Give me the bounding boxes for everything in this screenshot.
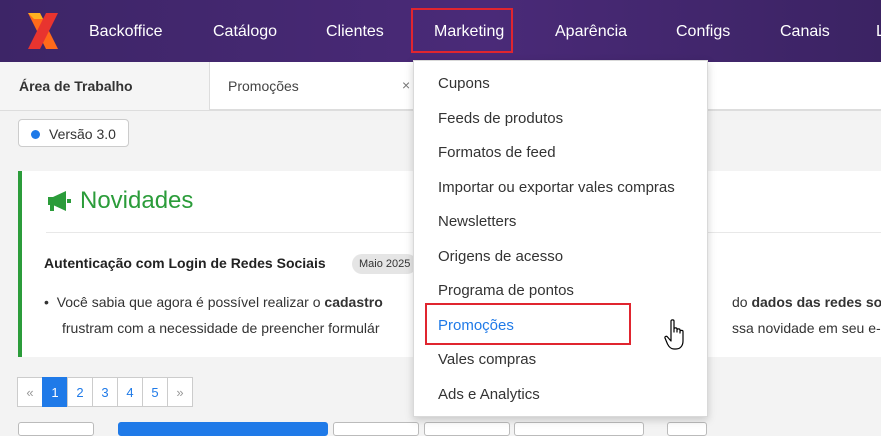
news-line-1-text: Você sabia que agora é possível realizar…: [56, 294, 325, 310]
bottom-control-4[interactable]: [424, 422, 510, 436]
marketing-dropdown-menu: Cupons Feeds de produtos Formatos de fee…: [413, 60, 708, 417]
news-title-text: Novidades: [80, 187, 194, 214]
bottom-control-1[interactable]: [18, 422, 94, 436]
news-line-1: • Você sabia que agora é possível realiz…: [44, 294, 383, 310]
page-1-button[interactable]: 1: [42, 377, 68, 407]
menu-item-ads-e-analytics[interactable]: Ads e Analytics: [438, 386, 540, 403]
menu-item-origens-de-acesso[interactable]: Origens de acesso: [438, 248, 563, 265]
news-line-2-right: ssa novidade em seu e-co: [732, 320, 881, 336]
bottom-control-2[interactable]: [118, 422, 328, 436]
tab-promocoes-label: Promoções: [228, 78, 299, 94]
version-button[interactable]: Versão 3.0: [18, 119, 129, 147]
top-navbar: Backoffice Catálogo Clientes Marketing A…: [0, 0, 881, 62]
news-line-1-right: do dados das redes socia: [732, 289, 881, 315]
nav-catalogo[interactable]: Catálogo: [213, 0, 277, 62]
bottom-control-5[interactable]: [514, 422, 644, 436]
version-label: Versão 3.0: [49, 126, 116, 142]
menu-item-feeds-de-produtos[interactable]: Feeds de produtos: [438, 110, 563, 127]
date-badge: Maio 2025: [352, 254, 418, 274]
next-page-button[interactable]: »: [167, 377, 193, 407]
menu-item-newsletters[interactable]: Newsletters: [438, 213, 516, 230]
news-line-1-bold: cadastro: [324, 294, 383, 310]
page-2-button[interactable]: 2: [67, 377, 93, 407]
nav-more[interactable]: L: [876, 0, 881, 62]
bottom-control-6[interactable]: [667, 422, 707, 436]
hand-cursor-icon: [664, 319, 684, 350]
nav-aparencia[interactable]: Aparência: [555, 0, 627, 62]
marketing-highlight-box: [411, 8, 513, 53]
menu-item-programa-de-pontos[interactable]: Programa de pontos: [438, 282, 574, 299]
prev-page-button[interactable]: «: [17, 377, 43, 407]
tab-area-de-trabalho[interactable]: Área de Trabalho: [0, 62, 210, 110]
page-3-button[interactable]: 3: [92, 377, 118, 407]
nav-backoffice[interactable]: Backoffice: [89, 0, 163, 62]
promocoes-highlight-box: [425, 303, 631, 345]
x-logo-icon[interactable]: [24, 11, 62, 51]
menu-item-importar-exportar-vales[interactable]: Importar ou exportar vales compras: [438, 179, 675, 196]
news-line-1-right-text: do: [732, 294, 752, 310]
news-line-1-right-bold: dados das redes socia: [751, 294, 881, 310]
close-icon[interactable]: ×: [402, 62, 410, 108]
menu-item-formatos-de-feed[interactable]: Formatos de feed: [438, 144, 556, 161]
nav-clientes[interactable]: Clientes: [326, 0, 384, 62]
page-5-button[interactable]: 5: [142, 377, 168, 407]
nav-configs[interactable]: Configs: [676, 0, 730, 62]
menu-item-vales-compras[interactable]: Vales compras: [438, 351, 536, 368]
menu-item-cupons[interactable]: Cupons: [438, 75, 490, 92]
page-4-button[interactable]: 4: [117, 377, 143, 407]
status-dot-icon: [31, 129, 40, 139]
nav-canais[interactable]: Canais: [780, 0, 830, 62]
news-heading: Autenticação com Login de Redes Sociais: [44, 255, 326, 271]
pagination: « 1 2 3 4 5 »: [17, 377, 193, 407]
news-line-2: frustram com a necessidade de preencher …: [62, 320, 380, 336]
megaphone-icon: [48, 191, 71, 211]
bottom-control-3[interactable]: [333, 422, 419, 436]
news-title: Novidades: [46, 187, 193, 215]
